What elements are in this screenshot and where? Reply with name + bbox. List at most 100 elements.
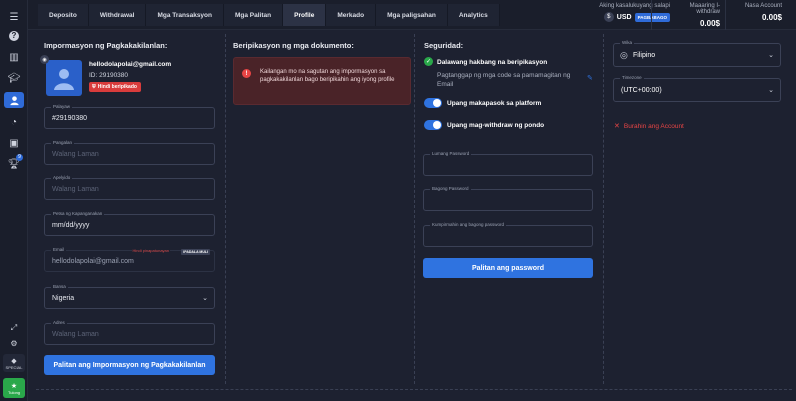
language-label: Wika [620,40,634,45]
help-button[interactable]: ★ Tulong [3,378,25,398]
account-box: Nasa Account 0.00$ [730,3,782,22]
delete-account-label: Burahin ang Account [623,122,684,130]
tab-paligsahan[interactable]: Mga paligsahan [376,4,448,26]
help-icon[interactable]: ? [4,28,24,44]
pangalan-field[interactable]: Pangalan Walang Laman [44,140,215,165]
withdraw-label: Maaaring I-withdraw [689,3,720,15]
email-field[interactable]: Email Hindi pinapatunayan IPADALA MULI h… [44,247,215,272]
bottom-divider [36,389,792,390]
camera-icon[interactable]: ◉ [40,55,49,64]
profile-icon[interactable] [4,92,24,108]
menu-icon[interactable]: ☰ [4,9,24,25]
education-icon[interactable]: 🎓︎ [4,70,24,86]
sidebar: ☰ ? ▥ 🎓︎ ◔ ▣ 🏆︎ 9 ⤢ ⚙ ◆ SPECIAL ★ Tulong [0,0,28,401]
change-currency-button[interactable]: PAGBABAGO [634,12,670,22]
apelyido-field[interactable]: Apelyido Walang Laman [44,175,215,200]
status-label: Hindi beripikado [97,84,137,90]
user-icon [54,69,74,90]
column-divider [603,34,604,384]
trade-icon[interactable]: ▣ [4,135,24,151]
pangalan-placeholder: Walang Laman [52,151,99,158]
resend-button[interactable]: IPADALA MULI [181,249,210,255]
chevron-down-icon: ⌄ [202,295,208,302]
special-button[interactable]: ◆ SPECIAL [3,354,25,372]
language-value: Filipino [633,52,656,59]
account-value: 0.00$ [761,13,782,22]
confirm-password-label: Kumpirmahin ang bagong password [430,222,507,227]
bansa-select[interactable]: Bansa Nigeria ⌄ [44,284,215,309]
email-unverified-note: Hindi pinapatunayan [131,248,170,253]
tab-profile[interactable]: Profile [283,4,327,26]
timezone-label: Timezone [620,75,644,80]
currency-label: Aking kasalukuyang salapi [599,3,670,9]
fullscreen-icon[interactable]: ⤢ [4,320,24,336]
globe-icon: ◎ [620,50,628,60]
language-select[interactable]: Wika ◎ Filipino ⌄ [613,40,781,67]
avatar[interactable] [46,60,82,96]
adres-field[interactable]: Adres Walang Laman [44,320,215,345]
bansa-value: Nigeria [52,295,75,302]
tab-withdrawal[interactable]: Withdrawal [88,4,147,26]
email-label: Email [51,247,67,252]
topbar: Deposito Withdrawal Mga Transaksyon Mga … [28,0,796,30]
palayaw-value: #29190380 [52,115,88,122]
apelyido-label: Apelyido [51,175,73,180]
settings-icon[interactable]: ⚙ [4,335,24,351]
adres-placeholder: Walang Laman [52,331,99,338]
personal-title: Impormasyon ng Pagkakakilanlan: [44,41,168,50]
bansa-label: Bansa [51,284,68,289]
toggle-withdraw-label: Upang mag-withdraw ng pondo [447,122,545,129]
dollar-icon: $ [603,12,614,22]
alert-icon: ! [242,69,251,78]
toggle-login[interactable] [424,98,442,108]
tab-analytics[interactable]: Analytics [447,4,500,26]
two-step-title: Dalawang hakbang na beripikasyon [437,59,548,66]
birthdate-value: mm/dd/yyyy [52,222,90,229]
chevron-down-icon: ⌄ [768,87,774,94]
trophy-badge: 9 [16,154,23,161]
pangalan-label: Pangalan [51,140,75,145]
apelyido-placeholder: Walang Laman [52,186,99,193]
adres-label: Adres [51,320,67,325]
timezone-value: (UTC+00:00) [621,87,662,94]
user-email: hellodolapolai@gmail.com [89,61,172,68]
withdrawable-box: Maaaring I-withdraw 0.00$ [668,3,720,28]
confirm-password-field[interactable]: Kumpirmahin ang bagong password [423,222,593,247]
security-title: Seguridad: [424,41,464,50]
star-icon: ★ [10,382,18,390]
email-value: hellodolapolai@gmail.com [52,258,134,265]
check-icon: ✓ [424,57,433,66]
tab-merkado[interactable]: Merkado [326,4,377,26]
timezone-select[interactable]: Timezone (UTC+00:00) ⌄ [613,75,781,102]
help-label: Tulong [7,389,21,395]
toggle-withdraw[interactable] [424,120,442,130]
chart-icon[interactable]: ▥ [4,49,24,65]
verification-title: Beripikasyon ng mga dokumento: [233,41,354,50]
palayaw-label: Palayaw [51,104,73,109]
shield-icon: ⛨ [92,84,96,90]
new-password-field[interactable]: Bagong Password [423,186,593,211]
close-icon: ✕ [614,123,620,130]
change-password-button[interactable]: Palitan ang password [423,258,593,278]
special-icon: ◆ [11,357,17,365]
birthdate-field[interactable]: Petsa ng Kapanganakan mm/dd/yyyy [44,211,215,236]
current-password-field[interactable]: Lumang Password [423,151,593,176]
verification-alert: ! Kailangan mo na sagutan ang impormasyo… [233,57,411,105]
currency-box: Aking kasalukuyang salapi $ USD PAGBABAG… [568,3,670,22]
edit-icon[interactable]: ✎ [587,74,593,82]
tab-deposito[interactable]: Deposito [38,4,89,26]
birthdate-label: Petsa ng Kapanganakan [51,211,105,216]
app: ☰ ? ▥ 🎓︎ ◔ ▣ 🏆︎ 9 ⤢ ⚙ ◆ SPECIAL ★ Tulong … [0,0,796,401]
tabs: Deposito Withdrawal Mga Transaksyon Mga … [38,4,500,26]
pie-icon[interactable]: ◔ [4,114,24,130]
save-personal-button[interactable]: Palitan ang Impormasyon ng Pagkakakilanl… [44,355,215,375]
status-badge: ⛨ Hindi beripikado [89,82,141,92]
trophy-icon[interactable]: 🏆︎ 9 [4,154,24,172]
chevron-down-icon: ⌄ [768,52,774,59]
palayaw-field[interactable]: Palayaw #29190380 [44,104,215,129]
divider [651,0,652,30]
tab-palitan[interactable]: Mga Palitan [224,4,284,26]
delete-account-link[interactable]: ✕ Burahin ang Account [614,122,684,131]
tab-transaksyon[interactable]: Mga Transaksyon [146,4,224,26]
user-id: ID: 29190380 [89,72,129,79]
